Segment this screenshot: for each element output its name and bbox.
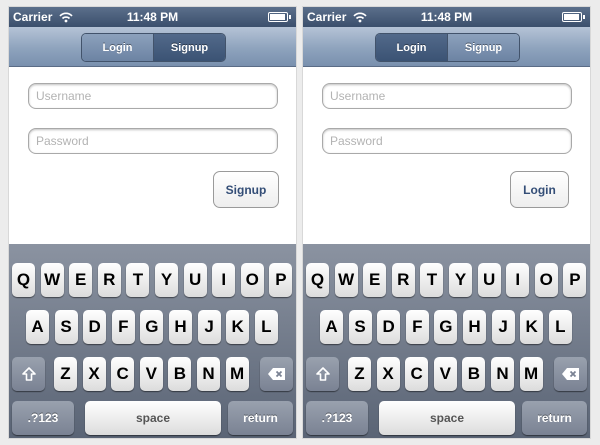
segment-signup[interactable]: Signup	[447, 34, 519, 61]
key-p[interactable]: P	[269, 263, 293, 297]
key-k[interactable]: K	[226, 310, 250, 344]
key-c[interactable]: C	[111, 357, 135, 391]
key-k[interactable]: K	[520, 310, 544, 344]
key-z[interactable]: Z	[54, 357, 77, 391]
key-b[interactable]: B	[168, 357, 192, 391]
key-p[interactable]: P	[563, 263, 587, 297]
key-u[interactable]: U	[183, 263, 207, 297]
username-input[interactable]	[28, 83, 278, 109]
keyboard: Q W E R T Y U I O P A S D F G H J K L Z X C V B N M .?123 space retu…	[9, 244, 296, 438]
key-t[interactable]: T	[420, 263, 444, 297]
shift-icon	[315, 367, 330, 381]
key-a[interactable]: A	[26, 310, 49, 344]
space-key[interactable]: space	[85, 401, 221, 435]
key-v[interactable]: V	[433, 357, 457, 391]
signup-button[interactable]: Signup	[213, 171, 279, 208]
password-input[interactable]	[28, 128, 278, 154]
key-r[interactable]: R	[391, 263, 415, 297]
keyboard: Q W E R T Y U I O P A S D F G H J K L Z X C V B N M .?123 space retu…	[303, 244, 590, 438]
key-t[interactable]: T	[126, 263, 150, 297]
return-key[interactable]: return	[522, 401, 587, 435]
key-d[interactable]: D	[377, 310, 401, 344]
login-signup-segmented-control: Login Signup	[81, 33, 226, 62]
key-g[interactable]: G	[140, 310, 164, 344]
password-input[interactable]	[322, 128, 572, 154]
key-b[interactable]: B	[462, 357, 486, 391]
key-q[interactable]: Q	[306, 263, 329, 297]
numbers-key[interactable]: .?123	[12, 401, 74, 435]
key-y[interactable]: Y	[449, 263, 472, 297]
key-r[interactable]: R	[97, 263, 121, 297]
key-s[interactable]: S	[54, 310, 78, 344]
navigation-bar: Login Signup	[303, 27, 590, 67]
key-o[interactable]: O	[240, 263, 264, 297]
phone-screen-login: Carrier 11:48 PM Login Signup Login QWER…	[303, 7, 590, 438]
key-y[interactable]: Y	[155, 263, 178, 297]
key-c[interactable]: C	[405, 357, 429, 391]
delete-icon	[267, 368, 285, 380]
phone-screen-signup: Carrier 11:48 PM Login Signup Signup QWE…	[9, 7, 296, 438]
key-e[interactable]: E	[69, 263, 93, 297]
login-button[interactable]: Login	[510, 171, 569, 208]
battery-icon	[268, 12, 291, 22]
key-j[interactable]: J	[491, 310, 515, 344]
key-a[interactable]: A	[320, 310, 343, 344]
numbers-key[interactable]: .?123	[306, 401, 368, 435]
key-e[interactable]: E	[363, 263, 387, 297]
key-m[interactable]: M	[225, 357, 249, 391]
key-l[interactable]: L	[548, 310, 572, 344]
delete-key[interactable]	[260, 357, 293, 391]
key-d[interactable]: D	[83, 310, 107, 344]
key-i[interactable]: I	[506, 263, 530, 297]
key-s[interactable]: S	[348, 310, 372, 344]
status-time: 11:48 PM	[420, 10, 473, 24]
key-l[interactable]: L	[254, 310, 278, 344]
key-q[interactable]: Q	[12, 263, 35, 297]
shift-key[interactable]	[12, 357, 45, 391]
status-time: 11:48 PM	[126, 10, 179, 24]
key-h[interactable]: H	[169, 310, 192, 344]
status-bar: Carrier 11:48 PM	[303, 7, 590, 27]
segment-login[interactable]: Login	[82, 34, 153, 61]
key-x[interactable]: X	[82, 357, 106, 391]
key-w[interactable]: W	[334, 263, 358, 297]
key-n[interactable]: N	[197, 357, 220, 391]
key-u[interactable]: U	[477, 263, 501, 297]
login-signup-segmented-control: Login Signup	[375, 33, 520, 62]
key-i[interactable]: I	[212, 263, 236, 297]
status-bar: Carrier 11:48 PM	[9, 7, 296, 27]
key-h[interactable]: H	[463, 310, 486, 344]
delete-key[interactable]	[554, 357, 587, 391]
key-z[interactable]: Z	[348, 357, 371, 391]
segment-login[interactable]: Login	[376, 34, 447, 61]
shift-key[interactable]	[306, 357, 339, 391]
segment-signup[interactable]: Signup	[153, 34, 225, 61]
key-j[interactable]: J	[197, 310, 221, 344]
key-n[interactable]: N	[491, 357, 514, 391]
space-key[interactable]: space	[379, 401, 515, 435]
key-x[interactable]: X	[376, 357, 400, 391]
key-f[interactable]: F	[405, 310, 429, 344]
shift-icon	[21, 367, 36, 381]
username-input[interactable]	[322, 83, 572, 109]
navigation-bar: Login Signup	[9, 27, 296, 67]
key-f[interactable]: F	[111, 310, 135, 344]
key-v[interactable]: V	[139, 357, 163, 391]
key-g[interactable]: G	[434, 310, 458, 344]
key-w[interactable]: W	[40, 263, 64, 297]
return-key[interactable]: return	[228, 401, 293, 435]
key-m[interactable]: M	[519, 357, 543, 391]
key-o[interactable]: O	[534, 263, 558, 297]
battery-icon	[562, 12, 585, 22]
delete-icon	[561, 368, 579, 380]
